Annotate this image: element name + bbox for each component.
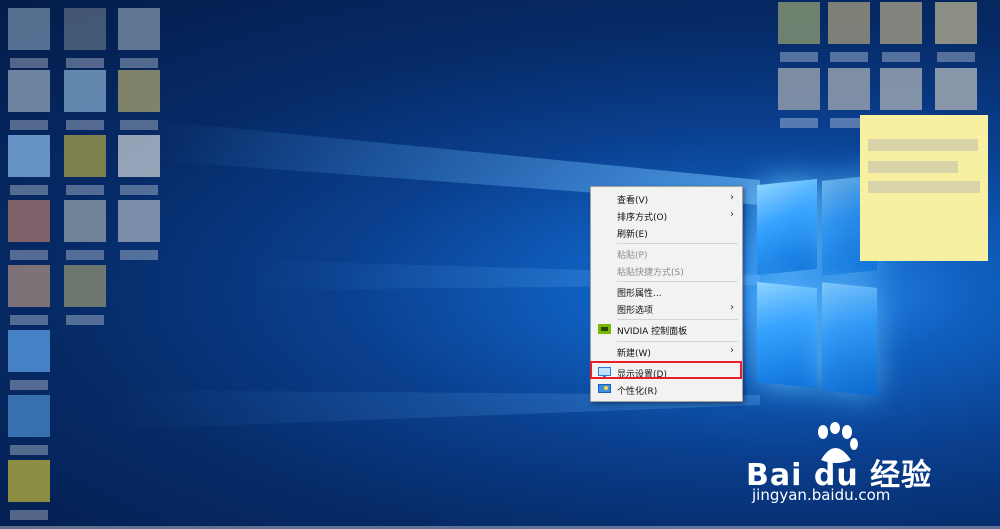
desktop-icon[interactable] xyxy=(118,70,160,130)
desktop-icon[interactable] xyxy=(778,68,820,128)
desktop-icon[interactable] xyxy=(8,70,50,130)
menu-item-graphics-options[interactable]: 图形选项 › xyxy=(591,300,742,317)
menu-item-label: 图形属性... xyxy=(617,289,662,299)
menu-item-view[interactable]: 查看(V) › xyxy=(591,190,742,207)
watermark-url: jingyan.baidu.com xyxy=(752,486,891,504)
menu-item-label: 个性化(R) xyxy=(617,387,658,397)
desktop-icon[interactable] xyxy=(8,460,50,520)
desktop-icon[interactable] xyxy=(828,2,870,62)
desktop-icon[interactable] xyxy=(64,135,106,195)
desktop-icon[interactable] xyxy=(828,68,870,128)
highlight-box-display-settings xyxy=(590,361,742,379)
chevron-right-icon: › xyxy=(730,192,734,203)
desktop-icon[interactable] xyxy=(8,395,50,455)
menu-item-personalize[interactable]: 个性化(R) xyxy=(591,381,742,398)
chevron-right-icon: › xyxy=(730,209,734,220)
desktop-icon[interactable] xyxy=(8,200,50,260)
windows-logo-pane-bottom-left xyxy=(757,281,817,389)
sticky-note-blurred-line xyxy=(868,139,978,151)
menu-item-label: 排序方式(O) xyxy=(617,213,668,223)
windows-logo-pane-bottom-right xyxy=(822,282,877,396)
menu-item-refresh[interactable]: 刷新(E) xyxy=(591,224,742,241)
desktop-icon[interactable] xyxy=(880,2,922,62)
windows-logo-pane-top-left xyxy=(757,178,817,276)
menu-item-label: 新建(W) xyxy=(617,349,651,359)
desktop-icon[interactable] xyxy=(935,68,977,128)
desktop-icon[interactable] xyxy=(8,265,50,325)
chevron-right-icon: › xyxy=(730,345,734,356)
desktop-icon[interactable] xyxy=(118,8,160,68)
menu-item-paste[interactable]: 粘贴(P) xyxy=(591,245,742,262)
menu-item-label: 图形选项 xyxy=(617,306,654,316)
sticky-note-blurred-line xyxy=(868,181,980,193)
nvidia-icon xyxy=(598,324,611,334)
menu-item-paste-shortcut[interactable]: 粘贴快捷方式(S) xyxy=(591,262,742,279)
menu-separator xyxy=(617,319,738,320)
desktop-icon[interactable] xyxy=(880,68,922,128)
menu-item-graphics-properties[interactable]: 图形属性... xyxy=(591,283,742,300)
menu-item-label: 查看(V) xyxy=(617,196,649,206)
sticky-note[interactable] xyxy=(860,115,988,261)
menu-separator xyxy=(617,243,738,244)
desktop-icon[interactable] xyxy=(118,200,160,260)
baidu-jingyan-watermark: Bai du 经验 jingyan.baidu.com xyxy=(746,420,976,520)
menu-item-label: 粘贴(P) xyxy=(617,251,648,261)
menu-item-label: 刷新(E) xyxy=(617,230,648,240)
menu-separator xyxy=(617,341,738,342)
sticky-note-blurred-line xyxy=(868,161,958,173)
menu-item-label: NVIDIA 控制面板 xyxy=(617,327,688,337)
desktop-icon[interactable] xyxy=(8,330,50,390)
desktop-icon[interactable] xyxy=(64,8,106,68)
chevron-right-icon: › xyxy=(730,302,734,313)
desktop-icon[interactable] xyxy=(935,2,977,62)
menu-separator xyxy=(617,281,738,282)
menu-item-nvidia-control-panel[interactable]: NVIDIA 控制面板 xyxy=(591,321,742,338)
personalize-icon xyxy=(598,384,611,393)
menu-item-sort-by[interactable]: 排序方式(O) › xyxy=(591,207,742,224)
desktop-icon[interactable] xyxy=(64,265,106,325)
menu-item-label: 粘贴快捷方式(S) xyxy=(617,268,684,278)
menu-item-new[interactable]: 新建(W) › xyxy=(591,343,742,360)
desktop-icon[interactable] xyxy=(8,135,50,195)
desktop-icon[interactable] xyxy=(64,200,106,260)
desktop-icon[interactable] xyxy=(8,8,50,68)
desktop-icon[interactable] xyxy=(64,70,106,130)
desktop-icon[interactable] xyxy=(118,135,160,195)
desktop-icon[interactable] xyxy=(778,2,820,62)
